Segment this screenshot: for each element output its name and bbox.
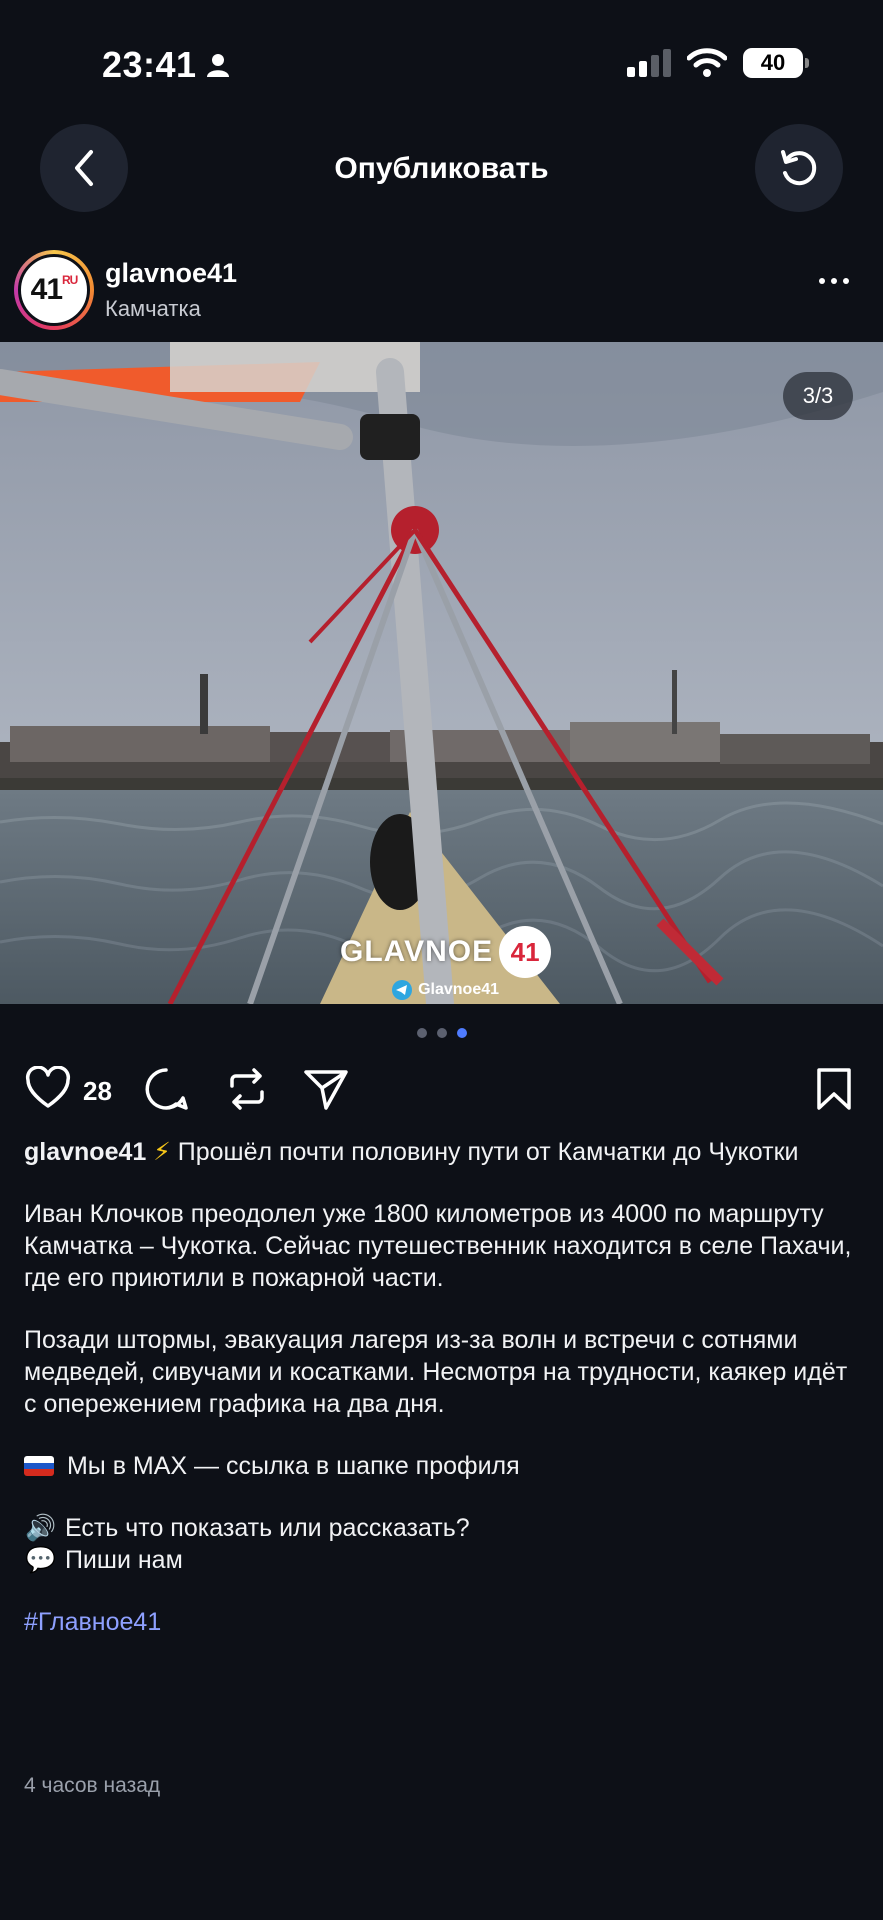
bookmark-icon[interactable] xyxy=(814,1066,854,1112)
cellular-signal-icon xyxy=(627,49,671,77)
carousel-dots xyxy=(0,1028,883,1038)
caption-author[interactable]: glavnoe41 xyxy=(24,1138,146,1166)
location[interactable]: Камчатка xyxy=(105,296,201,322)
lightning-icon: ⚡ xyxy=(153,1138,171,1166)
like-count[interactable]: 28 xyxy=(83,1076,112,1107)
hashtag-link[interactable]: #Главное41 xyxy=(24,1606,859,1638)
status-indicators: 40 xyxy=(627,48,809,78)
post-caption: glavnoe41 ⚡ Прошёл почти половину пути о… xyxy=(24,1136,859,1638)
slide-counter: 3/3 xyxy=(783,372,853,420)
watermark-brand: GLAVNOE xyxy=(340,935,494,968)
russia-flag-icon xyxy=(24,1456,54,1476)
watermark-channel: Glavnoe41 xyxy=(418,981,500,998)
post-actions: 28 xyxy=(0,1060,883,1120)
more-dot xyxy=(831,278,837,284)
speech-bubble-icon: 💬 xyxy=(25,1546,57,1574)
carousel-dot xyxy=(416,1028,427,1038)
wifi-icon xyxy=(687,48,727,77)
post-photo[interactable]: 3/3 GLAVNOE 41 Glavnoe41 xyxy=(0,342,883,1004)
watermark-badge: 41 xyxy=(499,926,552,978)
post-timestamp: 4 часов назад xyxy=(24,1774,161,1797)
person-icon xyxy=(206,54,229,77)
post-author-row: 41RU glavnoe41 Камчатка xyxy=(0,248,883,334)
speaker-icon: 🔊 xyxy=(25,1514,57,1542)
status-time: 23:41 xyxy=(102,44,229,86)
more-dot xyxy=(843,278,849,284)
comment-icon[interactable] xyxy=(143,1066,189,1112)
caption-paragraph: Мы в MAX — ссылка в шапке профиля xyxy=(24,1450,859,1482)
caption-headline: glavnoe41 ⚡ Прошёл почти половину пути о… xyxy=(24,1138,799,1166)
page-title: Опубликовать xyxy=(334,152,549,185)
caption-paragraph: Иван Клочков преодолел уже 1800 километр… xyxy=(24,1200,852,1292)
battery-indicator: 40 xyxy=(743,48,809,78)
repost-icon[interactable] xyxy=(224,1066,270,1112)
caption-paragraph: Позади штормы, эвакуация лагеря из-за во… xyxy=(24,1326,848,1418)
telegram-icon xyxy=(392,980,413,1000)
more-options-button[interactable] xyxy=(819,278,849,284)
refresh-button[interactable] xyxy=(755,124,843,212)
caption-paragraph: 🔊 Есть что показать или рассказать? 💬 Пи… xyxy=(25,1514,470,1574)
username[interactable]: glavnoe41 xyxy=(105,258,237,289)
more-dot xyxy=(819,278,825,284)
watermark: GLAVNOE 41 Glavnoe41 xyxy=(340,926,552,1000)
avatar[interactable]: 41RU xyxy=(14,250,94,330)
carousel-dot-active xyxy=(456,1028,467,1038)
heart-icon[interactable] xyxy=(24,1066,72,1110)
share-icon[interactable] xyxy=(302,1066,350,1112)
nav-header: Опубликовать xyxy=(0,124,883,214)
carousel-dot xyxy=(436,1028,447,1038)
status-bar: 23:41 40 xyxy=(0,0,883,120)
photo-scene xyxy=(0,342,883,1004)
refresh-icon xyxy=(781,150,817,186)
avatar-logo: 41RU xyxy=(18,254,90,326)
